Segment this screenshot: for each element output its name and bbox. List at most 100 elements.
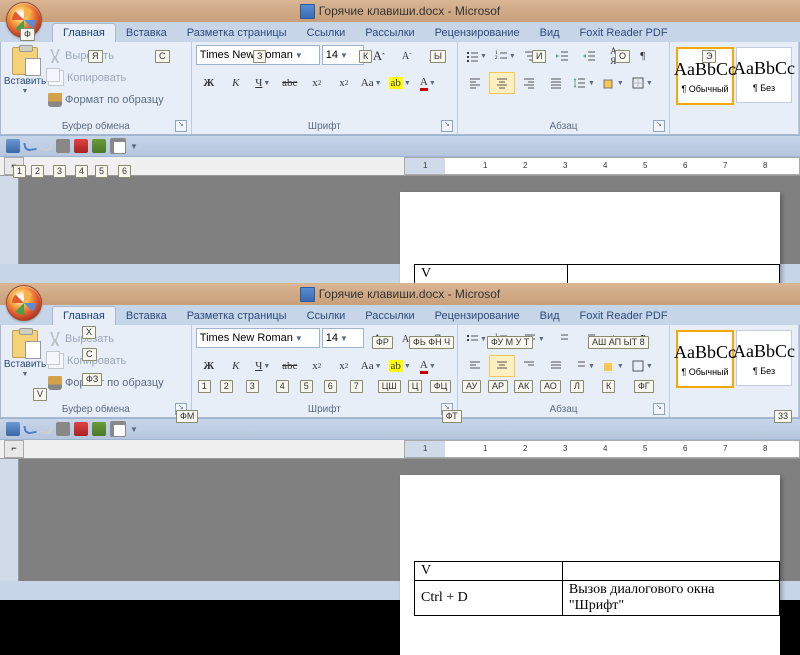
tab-review[interactable]: Рецензирование: [425, 24, 530, 42]
bullets-button[interactable]: ▼: [462, 45, 490, 67]
undo-icon[interactable]: [23, 424, 36, 435]
strike-button[interactable]: abc: [277, 355, 303, 377]
tab-home[interactable]: Главная: [52, 23, 116, 42]
tab-references[interactable]: Ссылки: [297, 307, 356, 325]
table-cell[interactable]: V: [415, 265, 568, 284]
bold-button[interactable]: Ж: [196, 355, 222, 377]
clipboard-launcher[interactable]: ↘: [175, 120, 187, 132]
print-icon[interactable]: [56, 139, 70, 153]
superscript-button[interactable]: x2: [331, 355, 357, 377]
paste-button[interactable]: Вставить ▼: [5, 45, 45, 119]
highlight-button[interactable]: ab▼: [386, 355, 414, 377]
table-cell[interactable]: [567, 265, 779, 284]
style-nospacing[interactable]: AaBbCc ¶ Без: [736, 330, 792, 386]
format-painter-button[interactable]: Формат по образцу: [48, 89, 164, 111]
table-cell[interactable]: [562, 562, 779, 581]
dec-indent-button[interactable]: [549, 45, 575, 67]
italic-button[interactable]: К: [223, 355, 249, 377]
underline-button[interactable]: Ч▼: [250, 355, 276, 377]
cut-button[interactable]: Вырезать: [48, 45, 164, 67]
table-cell[interactable]: V: [415, 562, 563, 581]
tab-foxit[interactable]: Foxit Reader PDF: [570, 24, 678, 42]
tab-review[interactable]: Рецензирование: [425, 307, 530, 325]
align-justify[interactable]: [543, 355, 569, 377]
tab-references[interactable]: Ссылки: [297, 24, 356, 42]
numbering-button[interactable]: 12▼: [491, 45, 519, 67]
copy-button[interactable]: Копировать: [48, 67, 164, 89]
change-case-button[interactable]: Aa▼: [358, 72, 385, 94]
tab-home[interactable]: Главная: [52, 306, 116, 325]
tab-insert[interactable]: Вставка: [116, 24, 177, 42]
font-size-combo[interactable]: 14▼: [322, 45, 364, 65]
print-icon[interactable]: [56, 422, 70, 436]
para-launcher[interactable]: ↘: [653, 120, 665, 132]
align-right[interactable]: [516, 355, 542, 377]
copy-button[interactable]: Копировать: [48, 350, 164, 372]
table-icon[interactable]: [110, 421, 126, 437]
align-center[interactable]: [489, 72, 515, 94]
vertical-ruler[interactable]: [0, 176, 19, 264]
tab-pagelayout[interactable]: Разметка страницы: [177, 307, 297, 325]
font-launcher[interactable]: ↘: [441, 120, 453, 132]
dec-indent-button[interactable]: [549, 328, 575, 350]
table-cell[interactable]: Ctrl + D: [415, 581, 563, 616]
para-launcher[interactable]: ↘: [653, 403, 665, 415]
align-left[interactable]: [462, 72, 488, 94]
shading-button[interactable]: ▼: [599, 72, 627, 94]
tab-view[interactable]: Вид: [530, 24, 570, 42]
horizontal-ruler[interactable]: 1 1 2 3 4 5 6 7 8: [404, 157, 800, 175]
line-spacing[interactable]: ▼: [570, 72, 598, 94]
underline-button[interactable]: Ч▼: [250, 72, 276, 94]
italic-button[interactable]: К: [223, 72, 249, 94]
shrink-font[interactable]: Aˇ: [394, 45, 420, 67]
pdf-icon[interactable]: [74, 422, 88, 436]
superscript-button[interactable]: x2: [331, 72, 357, 94]
pdf2-icon[interactable]: [92, 139, 106, 153]
show-marks-button[interactable]: ¶: [630, 45, 656, 67]
redo-icon[interactable]: [39, 424, 52, 435]
change-case-button[interactable]: Aa▼: [358, 355, 385, 377]
borders-button[interactable]: ▼: [628, 72, 656, 94]
tab-selector[interactable]: ⌐: [4, 440, 24, 458]
align-center[interactable]: [489, 355, 515, 377]
tab-mailings[interactable]: Рассылки: [355, 307, 424, 325]
format-painter-button[interactable]: Формат по образцу: [48, 372, 164, 394]
table-cell[interactable]: Вызов диалогового окна "Шрифт": [562, 581, 779, 616]
tab-pagelayout[interactable]: Разметка страницы: [177, 24, 297, 42]
font-color-button[interactable]: A▼: [415, 72, 441, 94]
tab-mailings[interactable]: Рассылки: [355, 24, 424, 42]
tab-foxit[interactable]: Foxit Reader PDF: [570, 307, 678, 325]
line-spacing[interactable]: ▼: [570, 355, 598, 377]
borders-button[interactable]: ▼: [628, 355, 656, 377]
save-icon[interactable]: [6, 422, 20, 436]
subscript-button[interactable]: x2: [304, 72, 330, 94]
bold-button[interactable]: Ж: [196, 72, 222, 94]
font-size-combo[interactable]: 14▼: [322, 328, 364, 348]
undo-icon[interactable]: [23, 141, 36, 152]
cut-button[interactable]: Вырезать: [48, 328, 164, 350]
style-normal[interactable]: AaBbCc ¶ Обычный: [676, 330, 734, 388]
font-name-combo[interactable]: Times New Roman▼: [196, 328, 320, 348]
bullets-button[interactable]: ▼: [462, 328, 490, 350]
pdf-icon[interactable]: [74, 139, 88, 153]
vertical-ruler[interactable]: [0, 459, 19, 581]
highlight-button[interactable]: ab▼: [386, 72, 414, 94]
style-nospacing[interactable]: AaBbCc ¶ Без: [736, 47, 792, 103]
save-icon[interactable]: [6, 139, 20, 153]
tab-view[interactable]: Вид: [530, 307, 570, 325]
inc-indent-button[interactable]: [576, 45, 602, 67]
align-right[interactable]: [516, 72, 542, 94]
align-left[interactable]: [462, 355, 488, 377]
page[interactable]: V Ctrl + DВызов диалогового окна "Шрифт": [400, 475, 780, 655]
strike-button[interactable]: abc: [277, 72, 303, 94]
horizontal-ruler[interactable]: 1 1 2 3 4 5 6 7 8: [404, 440, 800, 458]
pdf2-icon[interactable]: [92, 422, 106, 436]
office-button[interactable]: [6, 285, 42, 321]
shading-button[interactable]: ▼: [599, 355, 627, 377]
font-color-button[interactable]: A▼: [415, 355, 441, 377]
redo-icon[interactable]: [39, 141, 52, 152]
align-justify[interactable]: [543, 72, 569, 94]
tab-insert[interactable]: Вставка: [116, 307, 177, 325]
subscript-button[interactable]: x2: [304, 355, 330, 377]
table-icon[interactable]: [110, 138, 126, 154]
